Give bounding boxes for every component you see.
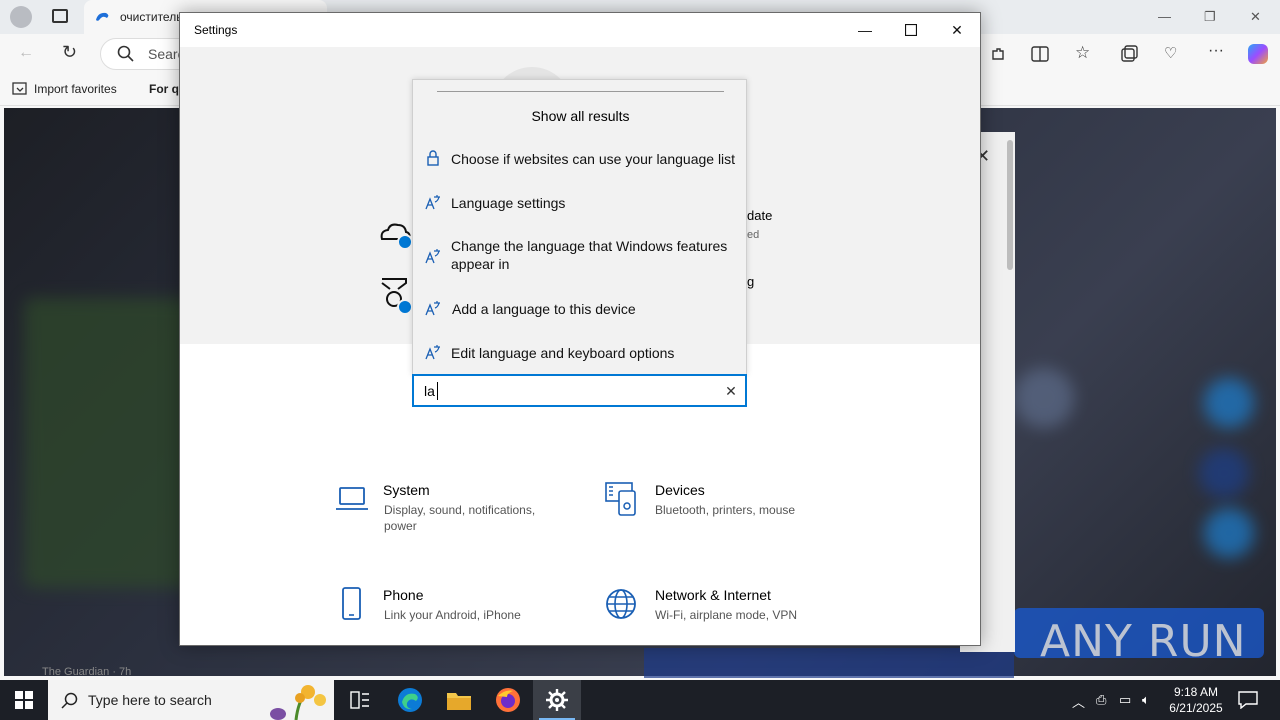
devices-icon [605,482,636,516]
gear-icon [546,689,568,711]
language-icon [425,345,440,360]
dropdown-divider [437,91,724,92]
clock-date: 6/21/2025 [1169,701,1223,715]
settings-titlebar: Settings — ✕ [180,13,980,47]
taskbar: Type here to search ︿ ⎙ ▭ 🔈︎ 9:18 AM 6/2… [0,680,1280,720]
header-item-title-2[interactable]: g [747,274,754,289]
suggestion-item-edit-language-keyboard[interactable]: Edit language and keyboard options [413,340,748,376]
weather-icon-blur-2 [1199,448,1249,498]
desktop: очиститель — ❐ ✕ ← ↻ ☆ ♡ ··· Searc Impor… [0,0,1280,720]
taskbar-edge[interactable] [386,680,434,720]
search-icon [117,45,134,62]
minimize-button[interactable]: — [842,13,888,47]
watermark: ANY RUN [1040,616,1247,667]
category-devices-title: Devices [655,482,705,498]
suggestion-item-website-language[interactable]: Choose if websites can use your language… [413,146,748,186]
back-icon[interactable]: ← [18,44,34,62]
maximize-icon [905,24,917,36]
show-all-results[interactable]: Show all results [413,108,748,124]
language-icon [425,301,440,316]
banner-strip [644,648,1014,678]
browser-restore-button[interactable]: ❐ [1204,9,1216,25]
news-thumb [1014,368,1074,428]
taskbar-firefox[interactable] [484,680,532,720]
news-image [24,298,194,588]
suggestion-item-add-language[interactable]: Add a language to this device [413,296,748,336]
header-item-sub-1: ed [747,229,760,241]
browser-scrollbar[interactable] [1007,140,1013,270]
category-network-desc: Wi-Fi, airplane mode, VPN [655,608,798,622]
language-icon [425,249,440,264]
tray-device-icon[interactable]: ⎙ [1096,692,1106,708]
phone-icon [342,587,361,620]
category-devices-desc: Bluetooth, printers, mouse [655,503,796,517]
copilot-icon[interactable] [1248,44,1268,64]
clear-search-icon[interactable]: ✕ [723,383,739,399]
suggestion-label: Change the language that Windows feature… [451,238,728,272]
favorites-icon[interactable]: ☆ [1075,43,1090,63]
category-phone-title: Phone [383,587,424,603]
extensions-icon[interactable] [990,46,1006,62]
taskbar-settings[interactable] [533,680,581,720]
refresh-icon[interactable]: ↻ [62,42,77,63]
weather-icon-blur-3 [1204,508,1254,558]
rewards-status-badge [397,299,413,315]
start-button[interactable] [0,680,48,720]
lock-icon [427,150,439,166]
notifications-icon[interactable] [1238,691,1258,709]
suggestion-label: Edit language and keyboard options [451,345,675,361]
clock[interactable]: 9:18 AM 6/21/2025 [1168,684,1224,716]
close-button[interactable]: ✕ [934,13,980,47]
category-phone-desc: Link your Android, iPhone [384,608,521,622]
clock-time: 9:18 AM [1173,685,1219,699]
browser-close-button[interactable]: ✕ [1250,9,1261,25]
taskbar-search-box[interactable]: Type here to search [48,680,334,720]
search-highlight-flowers-icon [270,685,326,720]
windows-logo-icon [15,691,33,709]
task-view-button[interactable] [336,680,384,720]
header-item-title-1[interactable]: date [747,208,772,223]
language-icon [425,195,440,210]
task-view-icon [350,691,369,709]
volume-icon[interactable]: 🔈︎ [1142,692,1150,708]
maximize-button[interactable] [888,13,934,47]
network-icon[interactable]: ▭ [1119,692,1131,708]
onedrive-status-badge [397,234,413,250]
profile-avatar[interactable] [10,6,32,28]
tab-actions-icon[interactable] [52,9,68,23]
news-source: The Guardian · 7h [42,666,132,678]
category-system-desc: Display, sound, notifications, power [384,503,536,533]
browser-minimize-button[interactable]: — [1158,9,1171,24]
browser-essentials-icon[interactable]: ♡ [1164,44,1177,62]
collections-icon[interactable] [1120,45,1138,63]
category-system-title: System [383,482,430,498]
taskbar-search-placeholder: Type here to search [88,692,212,708]
settings-search-input[interactable]: la ✕ [412,374,747,407]
search-icon [61,692,78,709]
weather-icon-blur [1204,378,1254,428]
settings-title: Settings [194,23,238,37]
suggestion-label: Choose if websites can use your language… [451,151,736,167]
suggestion-label: Language settings [451,195,566,211]
import-icon [12,82,27,95]
suggestion-item-windows-display-language[interactable]: Change the language that Windows feature… [413,235,748,281]
suggestion-item-language-settings[interactable]: Language settings [413,190,748,230]
tray-overflow-icon[interactable]: ︿ [1072,692,1085,711]
suggestion-label: Add a language to this device [452,301,636,317]
search-input-value: la [424,383,435,399]
text-caret [437,382,438,400]
laptop-icon [336,487,368,510]
category-network-title: Network & Internet [655,587,771,603]
search-suggestions-dropdown: Show all results Choose if websites can … [412,79,747,375]
favorites-item-import[interactable]: Import favorites [34,82,117,96]
folder-icon [447,693,471,710]
firefox-icon [496,688,520,712]
edge-icon [398,688,422,712]
more-menu-icon[interactable]: ··· [1208,42,1224,60]
globe-icon [606,589,636,619]
taskbar-file-explorer[interactable] [435,680,483,720]
edge-tab-icon [96,12,109,21]
browser-tab-title: очиститель [120,10,183,24]
split-screen-icon[interactable] [1031,46,1049,62]
